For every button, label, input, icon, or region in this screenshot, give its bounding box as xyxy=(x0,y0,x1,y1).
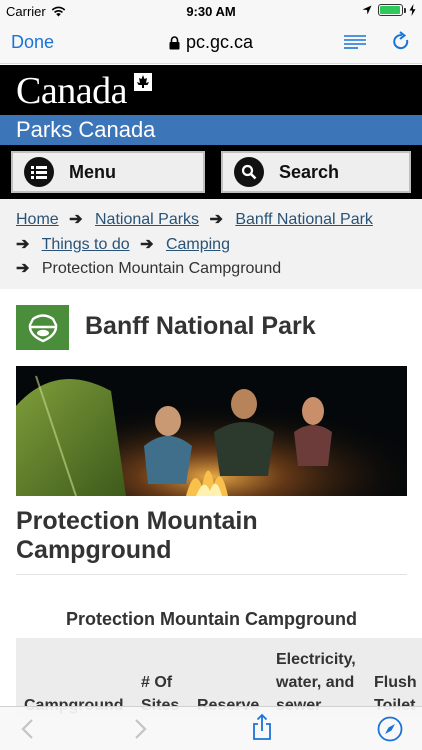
arrow-right-icon: ➔ xyxy=(209,211,223,228)
url-text: pc.gc.ca xyxy=(185,32,254,52)
menu-icon-circle xyxy=(24,157,54,187)
breadcrumb: Home ➔ National Parks ➔ Banff National P… xyxy=(0,199,422,289)
th-sites-line1: # Of xyxy=(141,674,173,691)
title-divider xyxy=(16,574,407,575)
battery-cap xyxy=(404,8,406,13)
menu-label: Menu xyxy=(69,161,116,182)
reload-icon[interactable] xyxy=(391,31,411,53)
park-logo[interactable] xyxy=(16,305,69,350)
menu-button[interactable]: Menu xyxy=(11,151,205,193)
canada-wordmark-bar: Canada xyxy=(0,65,422,115)
breadcrumb-current: Protection Mountain Campground xyxy=(41,260,282,277)
breadcrumb-row: Home ➔ National Parks ➔ Banff National P… xyxy=(16,208,406,233)
safari-compass-icon[interactable] xyxy=(377,716,403,742)
browser-toolbar: Done pc.gc.ca xyxy=(0,22,422,64)
park-name: Banff National Park xyxy=(85,312,316,340)
back-icon[interactable] xyxy=(20,718,34,740)
search-button[interactable]: Search xyxy=(221,151,411,193)
arrow-right-icon: ➔ xyxy=(140,235,154,253)
th-services-line1: Electricity, xyxy=(276,651,356,668)
campfire-hero-image xyxy=(16,366,407,496)
breadcrumb-row: ➔ Protection Mountain Campground xyxy=(16,257,406,282)
th-services-line2: water, and xyxy=(276,674,355,691)
status-bar: Carrier 9:30 AM xyxy=(0,0,422,22)
charging-bolt-icon xyxy=(409,4,416,16)
location-arrow-icon xyxy=(362,5,372,15)
breadcrumb-things-to-do[interactable]: Things to do xyxy=(42,236,130,253)
browser-bottom-toolbar xyxy=(0,706,422,750)
th-flush-line1: Flush xyxy=(374,674,417,691)
lock-icon xyxy=(169,36,180,50)
menu-strip: Menu Search xyxy=(0,145,422,199)
campfire-scene xyxy=(16,366,407,496)
breadcrumb-row: ➔ Things to do ➔ Camping xyxy=(16,233,406,258)
battery-icon xyxy=(378,4,406,16)
search-icon-circle xyxy=(234,157,264,187)
arrow-right-icon: ➔ xyxy=(16,235,30,253)
share-icon[interactable] xyxy=(252,713,272,741)
site-title-bar: Parks Canada xyxy=(0,115,422,145)
list-menu-icon xyxy=(31,165,47,179)
table-caption: Protection Mountain Campground xyxy=(66,609,357,629)
arrow-right-icon: ➔ xyxy=(16,260,30,277)
status-right xyxy=(362,4,416,16)
canada-wordmark[interactable]: Canada xyxy=(16,69,127,113)
canada-flag-icon xyxy=(134,73,152,91)
search-icon xyxy=(241,164,257,180)
breadcrumb-home[interactable]: Home xyxy=(16,211,59,228)
parks-beaver-logo-icon xyxy=(28,313,57,342)
site-title[interactable]: Parks Canada xyxy=(16,117,155,143)
arrow-right-icon: ➔ xyxy=(69,211,83,228)
page-title: Protection Mountain Campground xyxy=(16,507,258,564)
breadcrumb-camping[interactable]: Camping xyxy=(166,236,230,253)
breadcrumb-banff[interactable]: Banff National Park xyxy=(235,211,373,228)
battery-fill xyxy=(380,6,400,14)
search-label: Search xyxy=(279,161,340,182)
forward-icon[interactable] xyxy=(134,718,148,740)
status-time: 9:30 AM xyxy=(186,4,236,19)
reader-mode-icon[interactable] xyxy=(344,34,366,50)
breadcrumb-national-parks[interactable]: National Parks xyxy=(95,211,199,228)
